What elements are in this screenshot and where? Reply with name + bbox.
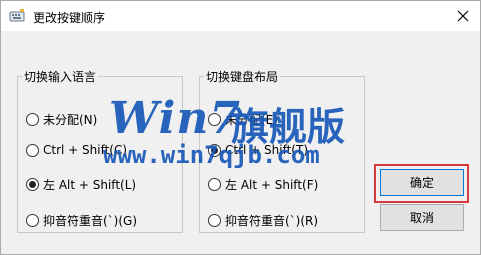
radio-indicator[interactable] — [208, 178, 221, 191]
radio-indicator[interactable] — [208, 113, 221, 126]
radio-indicator[interactable] — [208, 214, 221, 227]
title-bar[interactable]: 更改按键顺序 — [1, 1, 480, 31]
layout-radio-unassigned[interactable]: 未分配(E) — [208, 111, 278, 128]
radio-label: 左 Alt + Shift(F) — [225, 178, 319, 192]
ok-button[interactable]: 确定 — [380, 169, 464, 196]
keyboard-icon — [9, 9, 25, 22]
window-title: 更改按键顺序 — [33, 11, 106, 25]
keyboard-layout-group-title: 切换键盘布局 — [206, 70, 279, 84]
input-language-group-title: 切换输入语言 — [24, 70, 97, 84]
dialog-window: 更改按键顺序 切换输入语言 未分配(N) Ctrl + Shift(C) 左 A… — [0, 0, 481, 255]
radio-label: Ctrl + Shift(T) — [225, 143, 309, 157]
input-radio-unassigned[interactable]: 未分配(N) — [26, 111, 97, 128]
input-radio-grave-accent[interactable]: 抑音符重音(`)(G) — [26, 212, 137, 229]
close-button[interactable] — [445, 1, 480, 31]
layout-radio-grave-accent[interactable]: 抑音符重音(`)(R) — [208, 212, 318, 229]
input-radio-left-alt-shift[interactable]: 左 Alt + Shift(L) — [26, 176, 136, 193]
radio-label: 左 Alt + Shift(L) — [43, 178, 137, 192]
layout-radio-ctrl-shift[interactable]: Ctrl + Shift(T) — [208, 143, 308, 157]
radio-indicator[interactable] — [26, 143, 39, 157]
radio-indicator[interactable] — [208, 143, 221, 157]
radio-label: 抑音符重音(`)(G) — [43, 214, 138, 228]
keyboard-layout-group: 切换键盘布局 未分配(E) Ctrl + Shift(T) 左 Alt + Sh… — [199, 68, 365, 233]
close-icon — [457, 10, 468, 22]
input-language-group: 切换输入语言 未分配(N) Ctrl + Shift(C) 左 Alt + Sh… — [17, 68, 183, 233]
radio-label: 未分配(N) — [43, 113, 98, 127]
radio-label: Ctrl + Shift(C) — [43, 143, 128, 157]
input-radio-ctrl-shift[interactable]: Ctrl + Shift(C) — [26, 143, 127, 157]
radio-label: 抑音符重音(`)(R) — [225, 214, 319, 228]
cancel-button[interactable]: 取消 — [380, 204, 464, 231]
radio-indicator[interactable] — [26, 178, 39, 191]
layout-radio-left-alt-shift[interactable]: 左 Alt + Shift(F) — [208, 176, 318, 193]
radio-label: 未分配(E) — [225, 113, 278, 127]
radio-indicator[interactable] — [26, 113, 39, 126]
radio-indicator[interactable] — [26, 214, 39, 227]
